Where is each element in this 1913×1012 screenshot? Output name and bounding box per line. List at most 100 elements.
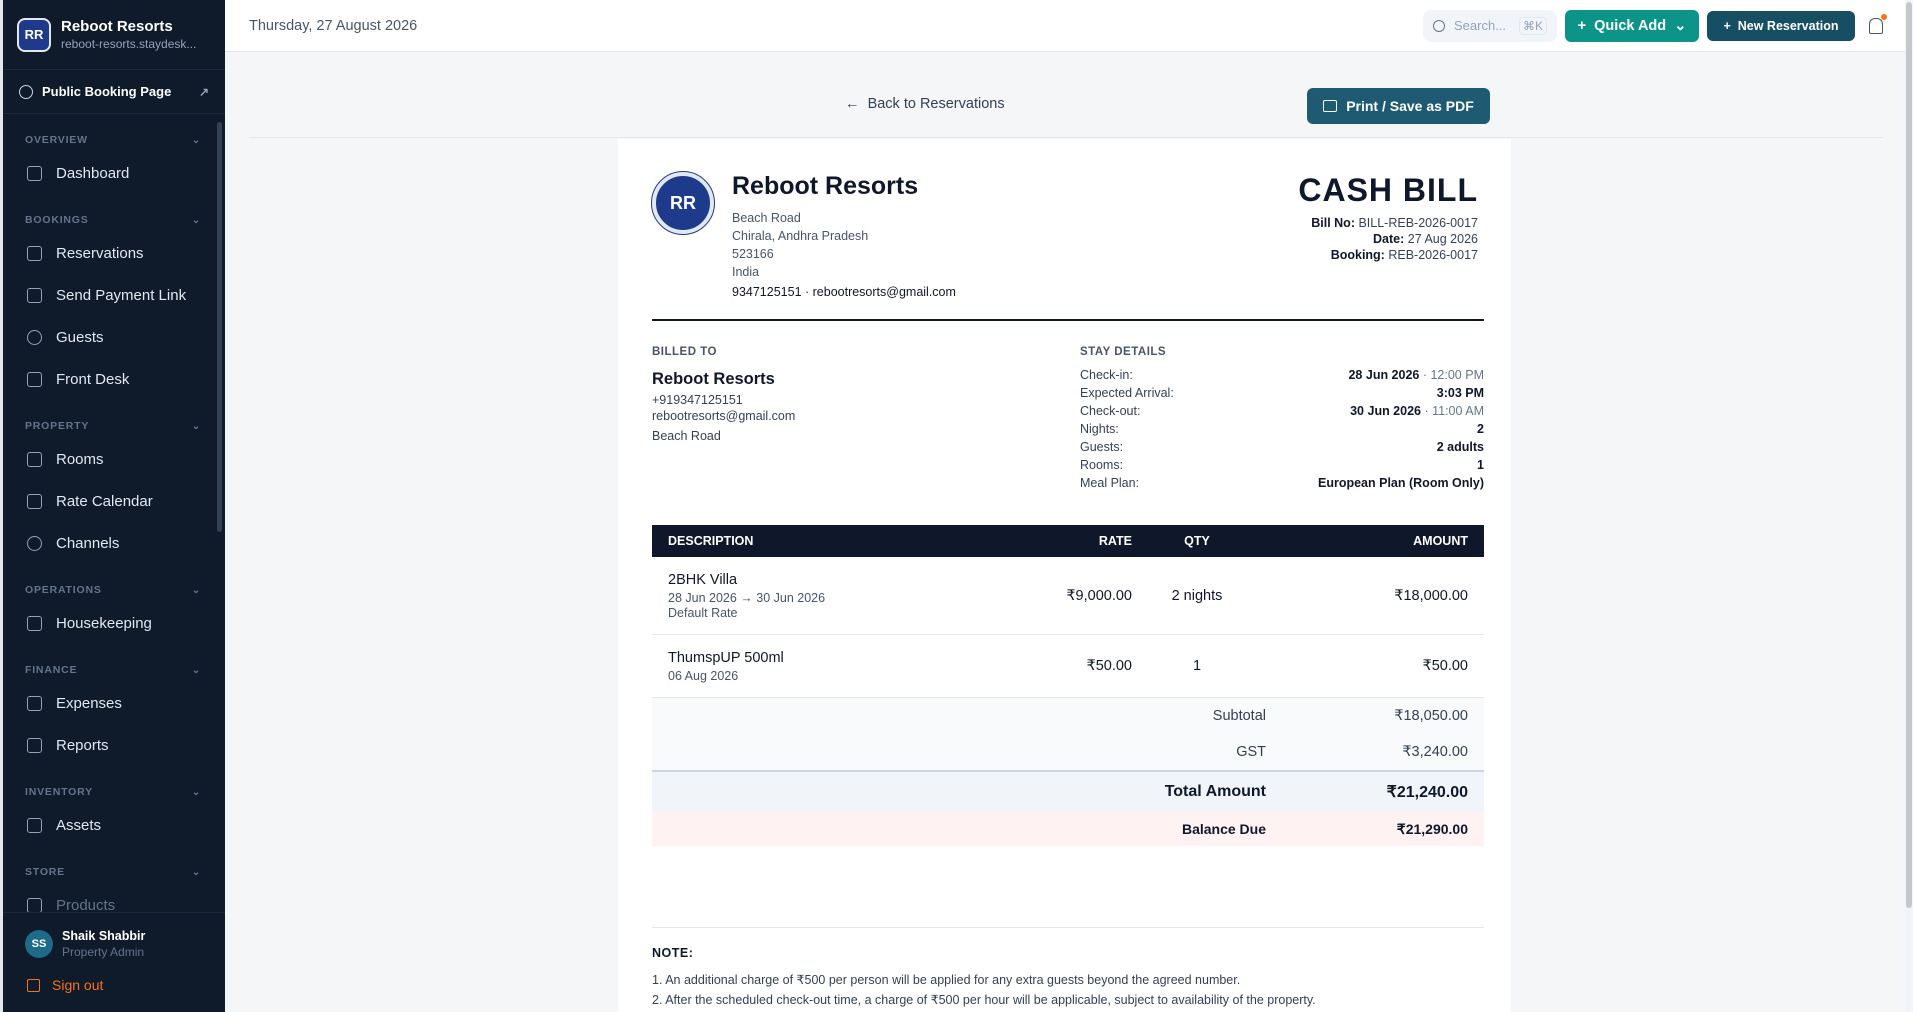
sidebar-item-channels[interactable]: Channels bbox=[3, 522, 225, 564]
item-qty: 2 nights bbox=[1171, 587, 1223, 604]
external-link-icon: ↗ bbox=[198, 84, 209, 99]
sidebar-nav: OVERVIEW ⌄ Dashboard BOOKINGS ⌄ Reservatio… bbox=[3, 114, 225, 946]
search-button[interactable]: Search... ⌘K bbox=[1423, 9, 1557, 42]
sidebar-item-dashboard[interactable]: Dashboard bbox=[3, 152, 225, 194]
sidebar-item-reservations[interactable]: Reservations bbox=[3, 232, 225, 274]
sidebar-item-front-desk[interactable]: Front Desk bbox=[3, 358, 225, 400]
section-store[interactable]: STORE ⌄ bbox=[3, 846, 225, 884]
new-reservation-button[interactable]: + New Reservation bbox=[1707, 10, 1855, 41]
sidebar-item-guests[interactable]: Guests bbox=[3, 316, 225, 358]
section-operations[interactable]: OPERATIONS ⌄ bbox=[3, 564, 225, 602]
subtotal-label: Subtotal bbox=[1212, 708, 1266, 724]
shopping-bag-icon bbox=[27, 897, 42, 913]
sidebar-item-assets[interactable]: Assets bbox=[3, 804, 225, 846]
column-header: AMOUNT bbox=[1413, 534, 1468, 548]
brand-logo: RR bbox=[17, 17, 51, 52]
sidebar-item-reports[interactable]: Reports bbox=[3, 724, 225, 766]
quick-add-button[interactable]: + Quick Add ⌄ bbox=[1565, 9, 1699, 42]
brand-url: reboot-resorts.staydesk... bbox=[61, 37, 197, 51]
section-overview[interactable]: OVERVIEW ⌄ bbox=[3, 114, 225, 152]
section-inventory[interactable]: INVENTORY ⌄ bbox=[3, 766, 225, 804]
sidebar-item-rate-calendar[interactable]: Rate Calendar bbox=[3, 480, 225, 522]
plus-icon: + bbox=[1723, 18, 1738, 33]
sidebar-item-label: Assets bbox=[56, 816, 102, 834]
chevron-down-icon: ⌄ bbox=[191, 134, 201, 146]
sidebar-item-rooms[interactable]: Rooms bbox=[3, 438, 225, 480]
stay-rooms: Rooms: 1 bbox=[1080, 456, 1484, 474]
user-name: Shaik Shabbir bbox=[62, 929, 146, 943]
gst-label: GST bbox=[1236, 744, 1266, 760]
print-label: Print / Save as PDF bbox=[1346, 98, 1474, 114]
billed-to-address: Beach Road bbox=[652, 429, 721, 443]
notifications-bell-icon[interactable] bbox=[1869, 13, 1887, 34]
receipt-icon bbox=[27, 695, 42, 711]
stay-label: Guests: bbox=[1080, 440, 1124, 454]
item-rate: ₹9,000.00 bbox=[1066, 587, 1132, 604]
item-dates: 28 Jun 2026 → 30 Jun 2026 bbox=[668, 590, 826, 605]
package-icon bbox=[27, 817, 42, 833]
page-scrollbar[interactable] bbox=[1905, 0, 1913, 1012]
log-out-icon bbox=[27, 978, 40, 992]
cash-bill: RR Reboot Resorts Beach Road Chirala, An… bbox=[618, 139, 1511, 1012]
table-row: 2BHK Villa 28 Jun 2026 → 30 Jun 2026 Def… bbox=[652, 557, 1484, 635]
topbar: Thursday, 27 August 2026 Search... ⌘K + … bbox=[225, 0, 1913, 52]
print-save-pdf-button[interactable]: Print / Save as PDF bbox=[1307, 88, 1490, 124]
billed-to: BILLED TO Reboot Resorts +919347125151 r… bbox=[652, 346, 1052, 444]
bar-chart-icon bbox=[27, 737, 42, 753]
chevron-down-icon: ⌄ bbox=[191, 786, 201, 798]
bill-number: Bill No: BILL-REB-2026-0017 bbox=[1298, 215, 1478, 231]
current-date: Thursday, 27 August 2026 bbox=[249, 17, 418, 34]
back-to-reservations-link[interactable]: ← Back to Reservations bbox=[845, 96, 1005, 112]
section-bookings[interactable]: BOOKINGS ⌄ bbox=[3, 194, 225, 232]
stay-label: Rooms: bbox=[1080, 458, 1124, 472]
arrival-value: 3:03 PM bbox=[1436, 386, 1484, 400]
sidebar-scrollbar[interactable] bbox=[217, 122, 222, 532]
item-date: 06 Aug 2026 bbox=[668, 668, 739, 683]
note-line: 1. An additional charge of ₹500 per pers… bbox=[652, 973, 1241, 987]
sidebar-item-housekeeping[interactable]: Housekeeping bbox=[3, 602, 225, 644]
bed-icon bbox=[27, 451, 42, 467]
chevron-down-icon: ⌄ bbox=[191, 214, 201, 226]
brand[interactable]: RR Reboot Resorts reboot-resorts.staydes… bbox=[3, 0, 225, 70]
chevron-down-icon: ⌄ bbox=[191, 584, 201, 596]
action-bar bbox=[249, 52, 1883, 138]
stay-guests: Guests: 2 adults bbox=[1080, 438, 1484, 456]
bill-booking-value: REB-2026-0017 bbox=[1388, 248, 1478, 262]
section-finance[interactable]: FINANCE ⌄ bbox=[3, 644, 225, 682]
globe-icon bbox=[19, 84, 33, 99]
sidebar-item-expenses[interactable]: Expenses bbox=[3, 682, 225, 724]
bill-date-value: 27 Aug 2026 bbox=[1407, 232, 1478, 246]
bill-date-label: Date: bbox=[1373, 232, 1405, 246]
user-profile[interactable]: SS Shaik Shabbir Property Admin bbox=[3, 913, 225, 959]
stay-label: Check-out: bbox=[1080, 404, 1141, 418]
stay-details: STAY DETAILS Check-in: 28 Jun 2026 · 12:0… bbox=[1080, 346, 1484, 492]
section-property[interactable]: PROPERTY ⌄ bbox=[3, 400, 225, 438]
item-name: ThumspUP 500ml bbox=[668, 649, 784, 666]
sidebar-item-send-payment-link[interactable]: Send Payment Link bbox=[3, 274, 225, 316]
scrollbar-thumb[interactable] bbox=[1906, 2, 1912, 908]
sign-out-button[interactable]: Sign out bbox=[3, 959, 225, 993]
item-rate-plan: Default Rate bbox=[668, 605, 738, 620]
bill-booking: Booking: REB-2026-0017 bbox=[1298, 247, 1478, 263]
business-country: India bbox=[732, 265, 760, 279]
gst-value: ₹3,240.00 bbox=[1402, 744, 1468, 760]
sidebar-item-label: Housekeeping bbox=[56, 614, 152, 632]
stay-label: Check-in: bbox=[1080, 368, 1133, 382]
user-role: Property Admin bbox=[62, 945, 145, 959]
total-row: Total Amount ₹21,240.00 bbox=[652, 770, 1484, 812]
rooms-value: 1 bbox=[1477, 458, 1484, 472]
sidebar-item-label: Dashboard bbox=[56, 164, 130, 182]
table-row: ThumspUP 500ml 06 Aug 2026 ₹50.00 1 ₹50.… bbox=[652, 635, 1484, 698]
checkout-time: · 11:00 AM bbox=[1421, 404, 1484, 418]
brand-name: Reboot Resorts bbox=[61, 18, 173, 35]
business-logo: RR bbox=[651, 171, 715, 235]
stay-arrival: Expected Arrival: 3:03 PM bbox=[1080, 384, 1484, 402]
plus-icon: + bbox=[1577, 17, 1595, 34]
public-booking-link[interactable]: Public Booking Page ↗ bbox=[3, 70, 225, 114]
section-label: OPERATIONS bbox=[25, 584, 102, 596]
section-label: BOOKINGS bbox=[25, 214, 89, 226]
user-panel: SS Shaik Shabbir Property Admin Sign out bbox=[3, 912, 225, 1012]
balance-due-value: ₹21,290.00 bbox=[1396, 820, 1468, 837]
main-content: ← Back to Reservations Print / Save as P… bbox=[225, 52, 1905, 1012]
nights-value: 2 bbox=[1477, 422, 1484, 436]
